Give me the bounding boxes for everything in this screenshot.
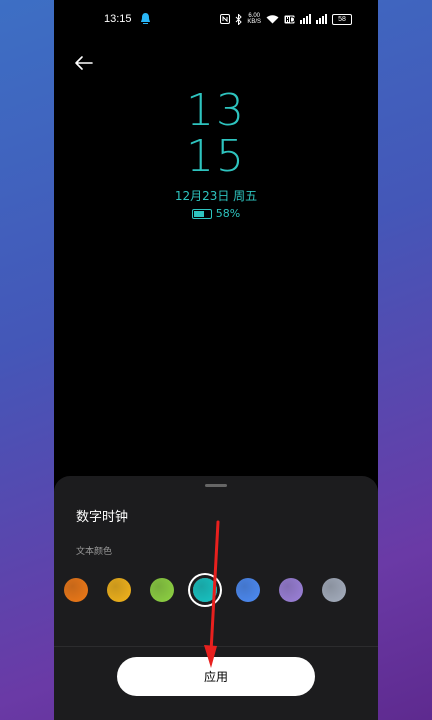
clock-date: 12月23日 周五 — [174, 189, 258, 203]
nfc-icon — [220, 14, 231, 24]
color-swatches — [54, 578, 378, 604]
status-time: 13:15 — [104, 13, 132, 25]
divider — [54, 646, 378, 647]
wifi-icon — [266, 15, 279, 24]
bluetooth-icon — [235, 13, 243, 25]
color-swatch-6[interactable] — [279, 578, 303, 602]
status-bar: 13:15 6.00 KB/S 58 — [54, 0, 378, 38]
clock-battery: 58% — [54, 207, 378, 220]
digital-clock: 13 15 — [54, 88, 378, 180]
color-swatch-1[interactable] — [64, 578, 88, 602]
color-swatch-3[interactable] — [150, 578, 174, 602]
notification-app-icon — [141, 13, 150, 24]
status-icons: 6.00 KB/S 58 — [220, 12, 352, 26]
clock-hour: 13 — [186, 85, 246, 136]
bottom-sheet: 数字时钟 文本颜色 应用 — [54, 476, 378, 720]
color-swatch-7[interactable] — [322, 578, 346, 602]
apply-button[interactable]: 应用 — [117, 657, 315, 696]
battery-icon — [191, 208, 212, 219]
sheet-drag-handle[interactable] — [205, 484, 227, 487]
signal-icon — [300, 14, 311, 24]
text-color-label: 文本颜色 — [76, 547, 113, 557]
battery-indicator: 58 — [332, 13, 352, 25]
color-swatch-5[interactable] — [236, 578, 260, 602]
clock-battery-percent: 58% — [215, 207, 241, 220]
color-swatch-2[interactable] — [107, 578, 131, 602]
signal-icon-2 — [316, 14, 327, 24]
hd-icon — [284, 15, 295, 23]
back-arrow-icon[interactable] — [72, 52, 94, 74]
phone-screen: 13:15 6.00 KB/S 58 13 15 12月23日 周五 58% 数… — [54, 0, 378, 720]
clock-minute: 15 — [186, 131, 246, 182]
network-speed: 6.00 KB/S — [247, 13, 261, 25]
sheet-title: 数字时钟 — [76, 510, 129, 525]
color-swatch-4[interactable] — [193, 578, 217, 602]
